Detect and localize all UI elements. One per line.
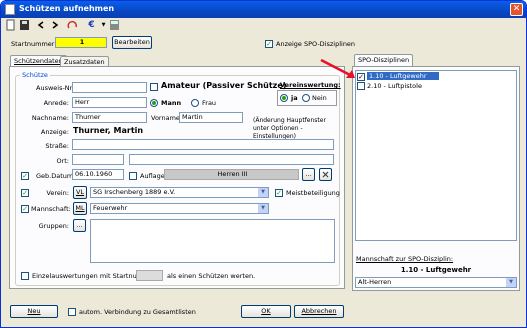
tab-spo-disziplinen[interactable]: SPO-Disziplinen (354, 54, 414, 66)
startnummer-input[interactable]: 1 (55, 37, 107, 48)
spo-anzeige-checkbox[interactable]: ✓ (265, 40, 273, 48)
ausweis-input[interactable] (72, 82, 147, 93)
new-document-icon[interactable] (4, 19, 17, 33)
close-button[interactable]: ✕ (510, 3, 523, 16)
mann-radio[interactable] (150, 99, 158, 107)
chevron-down-icon: ▼ (258, 204, 268, 213)
previous-icon[interactable] (35, 19, 48, 33)
amateur-label: Amateur (Passiver Schütze) (161, 81, 287, 90)
spo-anzeige-label: Anzeige SPO-Disziplinen (276, 40, 356, 48)
klasse-dots-button[interactable]: ... (302, 168, 315, 181)
spo-discipline-title: 1.10 - Luftgewehr (400, 266, 472, 274)
frau-label: Frau (202, 99, 217, 107)
frau-radio[interactable] (191, 99, 199, 107)
verein-checkbox[interactable]: ✓ (21, 189, 29, 197)
refresh-icon[interactable] (66, 19, 79, 33)
anzeige-value: Thurner, Martin (73, 126, 144, 135)
document-icon (5, 4, 15, 15)
gebdatum-input[interactable]: 06.10.1960 (72, 169, 124, 180)
auto-verbindung-checkbox[interactable] (68, 308, 76, 316)
next-icon[interactable] (48, 19, 61, 33)
red-arrow-icon (320, 58, 355, 78)
gruppen-label: Gruppen: (38, 222, 69, 230)
mannschaft-dropdown-value: Feuerwehr (93, 204, 128, 212)
ort-input[interactable] (129, 154, 334, 165)
spo-item-2-checkbox[interactable] (357, 82, 365, 90)
vereinswertung-ja-radio[interactable] (280, 94, 288, 102)
anzeige-label: Anzeige: (40, 128, 69, 136)
gebdatum-checkbox[interactable]: ✓ (21, 172, 29, 180)
meistbeteiligung-checkbox[interactable]: ✓ (275, 189, 283, 197)
gruppen-list[interactable] (90, 219, 335, 263)
ausweis-label: Ausweis-Nr.: (36, 84, 76, 92)
vereinswertung-ja-label: ja (291, 94, 298, 102)
einzelauswertung-label-2: als einen Schützen werten. (167, 272, 256, 280)
vorname-label: Vorname: (151, 114, 183, 122)
vereinswertung-nein-label: Nein (312, 94, 327, 102)
vorname-input[interactable]: Martin (179, 112, 243, 123)
anzeige-hint: (Änderung Hauptfenster unter Optionen - … (253, 117, 326, 140)
startnummer-label: Startnummer: (11, 40, 57, 48)
einzelauswertung-startnummer-input[interactable] (136, 270, 163, 281)
window-title: Schützen aufnehmen (19, 4, 115, 13)
auflage-label: Auflage (140, 172, 165, 180)
amateur-checkbox[interactable] (150, 83, 158, 91)
auto-verbindung-label: autom. Verbindung zu Gesamtlisten (79, 308, 196, 316)
meistbeteiligung-label: Meistbeteiligung (286, 189, 340, 197)
spo-mannschaft-value: Alt-Herren (358, 278, 392, 286)
strasse-label: Straße: (45, 142, 69, 150)
klasse-field: Herren III (164, 169, 299, 180)
klasse-clear-button[interactable] (319, 168, 332, 181)
mann-label: Mann (161, 99, 182, 107)
strasse-input[interactable] (72, 139, 334, 150)
gebdatum-label: Geb.Datum: (36, 172, 76, 180)
auflage-checkbox[interactable] (129, 172, 137, 180)
abbrechen-button[interactable]: Abbrechen (294, 305, 344, 318)
nachname-label: Nachname: (31, 114, 69, 122)
spo-mannschaft-dropdown[interactable]: Alt-Herren ▼ (355, 277, 517, 288)
verein-dropdown[interactable]: SG Irschenberg 1889 e.V. ▼ (90, 187, 269, 198)
ok-button[interactable]: OK (241, 305, 291, 318)
spo-list (355, 70, 517, 241)
close-icon (322, 171, 329, 178)
ml-button[interactable]: ML (73, 202, 87, 215)
spo-item-1-label[interactable]: 1.10 - Luftgewehr (367, 72, 439, 80)
bearbeiten-button[interactable]: Bearbeiten (112, 36, 152, 49)
verein-label: Verein: (46, 189, 69, 197)
spo-item-2-label[interactable]: 2.10 - Luftpistole (367, 82, 422, 90)
mannschaft-checkbox[interactable]: ✓ (21, 205, 29, 213)
title-bar: Schützen aufnehmen ✕ (1, 1, 526, 18)
save-icon[interactable] (18, 19, 31, 33)
mannschaft-label: Mannschaft: (31, 205, 71, 213)
calculator-icon[interactable] (108, 19, 121, 33)
verein-dropdown-value: SG Irschenberg 1889 e.V. (93, 188, 176, 196)
nachname-input[interactable]: Thurner (72, 112, 147, 123)
vereinswertung-nein-radio[interactable] (302, 94, 310, 102)
ort-label: Ort: (56, 157, 69, 165)
neu-button[interactable]: Neu (10, 305, 58, 318)
chevron-down-icon: ▼ (506, 278, 516, 287)
mannschaft-dropdown[interactable]: Feuerwehr ▼ (90, 203, 269, 214)
einzelauswertung-checkbox[interactable] (21, 272, 29, 280)
vereinswertung-label: Vereinswertung: (280, 81, 341, 89)
plz-input[interactable] (72, 154, 124, 165)
chevron-down-icon: ▼ (258, 188, 268, 197)
gruppen-button[interactable]: ... (73, 219, 86, 232)
anrede-label: Anrede: (43, 99, 69, 107)
vl-button[interactable]: VL (73, 186, 87, 199)
dialog-window: Schützen aufnehmen ✕ € ▼ Startnummer: 1 … (0, 0, 527, 328)
schuetze-group-label: Schütze (20, 71, 50, 79)
spo-mannschaft-label: Mannschaft zur SPO-Disziplin: (356, 255, 454, 263)
anrede-input[interactable]: Herr (72, 97, 147, 108)
